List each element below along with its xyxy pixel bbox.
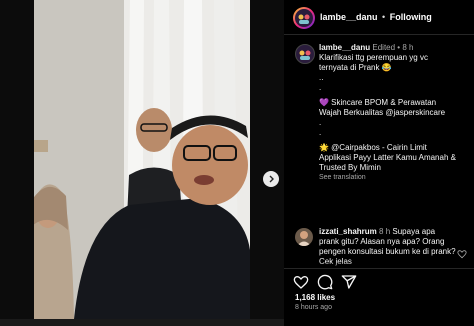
post-timestamp: 8 hours ago	[295, 304, 332, 311]
chevron-right-icon	[269, 175, 274, 183]
commenter-avatar-image	[297, 231, 311, 246]
header-line: lambe__danu • Following	[320, 12, 432, 22]
post-header: lambe__danu • Following	[284, 0, 474, 35]
post-caption: lambe__danu Edited • 8 h Klarifikasi ttg…	[319, 43, 471, 183]
caption-dots-1: ..	[319, 73, 324, 82]
caption-dot-2: .	[319, 83, 322, 92]
see-translation-link[interactable]: See translation	[319, 173, 471, 183]
caption-cair-line-2: Applikasi Payy Latter Kamu Amanah &	[319, 153, 456, 162]
caption-line-1: Klarifikasi ttg perempuan yg vc	[319, 53, 428, 62]
commenter-username-link[interactable]: izzati_shahrum	[319, 227, 377, 236]
following-button[interactable]: Following	[390, 12, 432, 22]
header-separator: •	[382, 12, 386, 22]
author-avatar[interactable]	[293, 7, 315, 29]
comment-item: izzati_shahrum 8 h Supaya apa prank gitu…	[319, 227, 457, 267]
header-username-link[interactable]: lambe__danu	[320, 12, 378, 22]
comment-icon[interactable]	[317, 274, 333, 290]
caption-cair-line-3: Trusted By Mimin	[319, 163, 381, 172]
avatar-image	[298, 14, 310, 24]
caption-dot-4: .	[319, 128, 322, 137]
caption-skincare-line-2: Wajah Berkualitas @jasperskincare	[319, 108, 446, 117]
caption-line-2: ternyata di Prank 😂	[319, 63, 392, 72]
heart-icon[interactable]	[293, 274, 309, 290]
post-video[interactable]	[34, 0, 250, 319]
video-frame-image	[34, 0, 250, 319]
post-details-panel: lambe__danu • Following lambe__danu Edit…	[284, 0, 474, 326]
caption-time: 8 h	[402, 43, 414, 52]
caption-cair-line-1: 🌟 @Cairpakbos - Cairin Limit	[319, 143, 427, 152]
share-icon[interactable]	[341, 274, 357, 290]
caption-username-link[interactable]: lambe__danu	[319, 43, 370, 52]
next-post-button[interactable]	[263, 171, 279, 187]
caption-avatar[interactable]	[295, 44, 315, 64]
commenter-avatar[interactable]	[295, 228, 313, 246]
caption-separator: •	[397, 43, 401, 52]
likes-count[interactable]: 1,168 likes	[295, 293, 335, 302]
caption-avatar-image	[299, 50, 311, 60]
edited-label: Edited	[372, 43, 396, 52]
caption-dot-3: .	[319, 118, 322, 127]
caption-skincare-line-1: 💜 Skincare BPOM & Perawatan	[319, 98, 437, 107]
comment-time: 8 h	[379, 227, 391, 236]
comment-like-heart-icon[interactable]	[457, 249, 467, 259]
action-bar: 1,168 likes 8 hours ago	[284, 268, 474, 326]
